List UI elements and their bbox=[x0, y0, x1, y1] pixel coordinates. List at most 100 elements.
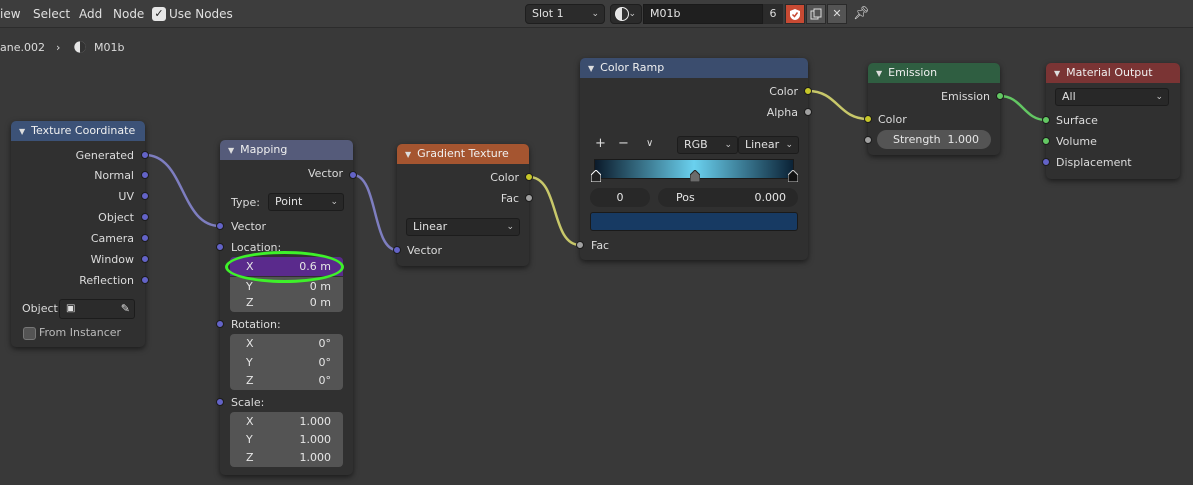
surface-socket[interactable] bbox=[1042, 116, 1050, 124]
material-browse-button[interactable]: ⌄ bbox=[610, 4, 642, 24]
scale-z-field[interactable]: Z 1.000 bbox=[230, 448, 343, 467]
gradient-color-socket[interactable] bbox=[525, 173, 533, 181]
emission-color-socket[interactable] bbox=[864, 115, 872, 123]
mapping-node[interactable]: ▼ Mapping Vector Type: Point ⌄ Vector Loca… bbox=[220, 140, 353, 475]
gradient-texture-node[interactable]: ▼ Gradient Texture Color Fac Linear ⌄ Vect… bbox=[397, 144, 529, 266]
node-header[interactable]: ▼ Emission bbox=[868, 63, 1000, 83]
emission-node[interactable]: ▼ Emission Emission Color Strength 1.000 bbox=[868, 63, 1000, 155]
emission-strength-socket[interactable] bbox=[864, 136, 872, 144]
material-output-node[interactable]: ▼ Material Output All ⌄ Surface Volume Dis… bbox=[1046, 63, 1180, 179]
object-picker[interactable]: ▣ ✎ bbox=[59, 299, 135, 319]
generated-socket[interactable] bbox=[141, 151, 149, 159]
mapping-vector-input-socket[interactable] bbox=[216, 222, 224, 230]
color-ramp-node[interactable]: ▼ Color Ramp Color Alpha + − ∨ RGB ⌄ Linea… bbox=[580, 58, 808, 260]
axis-label: Z bbox=[246, 374, 254, 387]
texture-coordinate-node[interactable]: ▼ Texture Coordinate Generated Normal UV … bbox=[11, 121, 145, 347]
normal-socket[interactable] bbox=[141, 171, 149, 179]
object-socket[interactable] bbox=[141, 213, 149, 221]
scale-socket[interactable] bbox=[216, 398, 224, 406]
breadcrumb-object: ane.002 bbox=[0, 41, 45, 54]
mapping-type-dropdown[interactable]: Point ⌄ bbox=[268, 193, 344, 211]
collapse-icon[interactable]: ▼ bbox=[588, 64, 594, 73]
use-nodes-checkbox[interactable]: ✓ bbox=[152, 7, 166, 21]
node-title: Emission bbox=[888, 66, 938, 79]
node-header[interactable]: ▼ Material Output bbox=[1046, 63, 1180, 83]
node-title: Gradient Texture bbox=[417, 147, 509, 160]
material-name-field[interactable]: M01b bbox=[643, 4, 763, 24]
node-header[interactable]: ▼ Gradient Texture bbox=[397, 144, 529, 164]
ramp-color-socket[interactable] bbox=[804, 87, 812, 95]
chevron-down-icon: ⌄ bbox=[724, 140, 732, 150]
chevron-down-icon: ⌄ bbox=[1155, 92, 1163, 102]
volume-socket[interactable] bbox=[1042, 137, 1050, 145]
fake-user-shield-icon[interactable] bbox=[785, 4, 805, 24]
output-alpha: Alpha bbox=[766, 106, 798, 119]
location-z-field[interactable]: Z 0 m bbox=[230, 293, 343, 312]
unlink-close-icon[interactable]: ✕ bbox=[827, 4, 847, 24]
ramp-stop-left[interactable] bbox=[591, 170, 601, 182]
node-menu[interactable]: Node bbox=[113, 7, 144, 21]
output-color: Color bbox=[490, 171, 519, 184]
collapse-icon[interactable]: ▼ bbox=[228, 146, 234, 155]
location-socket[interactable] bbox=[216, 243, 224, 251]
from-instancer-checkbox[interactable] bbox=[23, 327, 36, 340]
interpolation-value: Linear bbox=[745, 138, 780, 151]
active-stop-index[interactable]: 0 bbox=[590, 188, 650, 207]
rotation-z-field[interactable]: Z 0° bbox=[230, 371, 343, 390]
add-menu[interactable]: Add bbox=[79, 7, 102, 21]
emission-output-socket[interactable] bbox=[996, 92, 1004, 100]
rotation-x-field[interactable]: X 0° bbox=[230, 334, 343, 353]
collapse-icon[interactable]: ▼ bbox=[1054, 69, 1060, 78]
ramp-alpha-socket[interactable] bbox=[804, 108, 812, 116]
gradient-type-dropdown[interactable]: Linear ⌄ bbox=[406, 218, 520, 236]
reflection-socket[interactable] bbox=[141, 276, 149, 284]
remove-stop-button[interactable]: − bbox=[618, 136, 629, 151]
output-target-dropdown[interactable]: All ⌄ bbox=[1055, 88, 1169, 106]
output-reflection: Reflection bbox=[79, 274, 134, 287]
collapse-icon[interactable]: ▼ bbox=[19, 127, 25, 136]
node-header[interactable]: ▼ Color Ramp bbox=[580, 58, 808, 78]
axis-label: X bbox=[246, 415, 254, 428]
displacement-input-label: Displacement bbox=[1056, 156, 1132, 169]
interpolation-dropdown[interactable]: Linear ⌄ bbox=[738, 136, 799, 154]
stop-position-field[interactable]: Pos 0.000 bbox=[658, 188, 798, 207]
node-title: Color Ramp bbox=[600, 61, 665, 74]
view-menu[interactable]: iew bbox=[0, 7, 21, 21]
mapping-vector-output-socket[interactable] bbox=[349, 171, 357, 179]
window-socket[interactable] bbox=[141, 255, 149, 263]
pin-icon[interactable]: 📌︎ bbox=[853, 6, 870, 21]
axis-value: 0° bbox=[318, 374, 332, 387]
select-menu[interactable]: Select bbox=[33, 7, 70, 21]
vector-input-label: Vector bbox=[231, 220, 267, 233]
index-value: 0 bbox=[616, 191, 624, 204]
rotation-socket[interactable] bbox=[216, 320, 224, 328]
axis-label: Z bbox=[246, 296, 254, 309]
material-users-count[interactable]: 6 bbox=[763, 4, 783, 24]
ramp-stop-middle[interactable] bbox=[690, 170, 700, 182]
duplicate-material-icon[interactable] bbox=[806, 4, 826, 24]
stop-color-swatch[interactable] bbox=[590, 212, 798, 231]
ramp-fac-socket[interactable] bbox=[576, 241, 584, 249]
collapse-icon[interactable]: ▼ bbox=[405, 150, 411, 159]
gradient-vector-socket[interactable] bbox=[393, 246, 401, 254]
strength-field[interactable]: Strength 1.000 bbox=[877, 130, 991, 149]
node-header[interactable]: ▼ Texture Coordinate bbox=[11, 121, 145, 141]
uv-socket[interactable] bbox=[141, 192, 149, 200]
gradient-fac-socket[interactable] bbox=[525, 194, 533, 202]
color-mode-dropdown[interactable]: RGB ⌄ bbox=[677, 136, 738, 154]
pos-value: 0.000 bbox=[754, 191, 787, 204]
displacement-socket[interactable] bbox=[1042, 158, 1050, 166]
ramp-stop-right[interactable] bbox=[788, 170, 798, 182]
node-header[interactable]: ▼ Mapping bbox=[220, 140, 353, 160]
object-label: Object: bbox=[22, 302, 62, 315]
slot-value: Slot 1 bbox=[532, 7, 564, 20]
camera-socket[interactable] bbox=[141, 234, 149, 242]
rotation-y-field[interactable]: Y 0° bbox=[230, 353, 343, 372]
scale-y-field[interactable]: Y 1.000 bbox=[230, 430, 343, 449]
scale-x-field[interactable]: X 1.000 bbox=[230, 412, 343, 431]
add-stop-button[interactable]: + bbox=[595, 136, 606, 151]
ramp-specials-button[interactable]: ∨ bbox=[646, 138, 653, 149]
collapse-icon[interactable]: ▼ bbox=[876, 69, 882, 78]
slot-dropdown[interactable]: Slot 1 ⌄ bbox=[525, 4, 605, 24]
eyedropper-icon[interactable]: ✎ bbox=[121, 301, 130, 317]
